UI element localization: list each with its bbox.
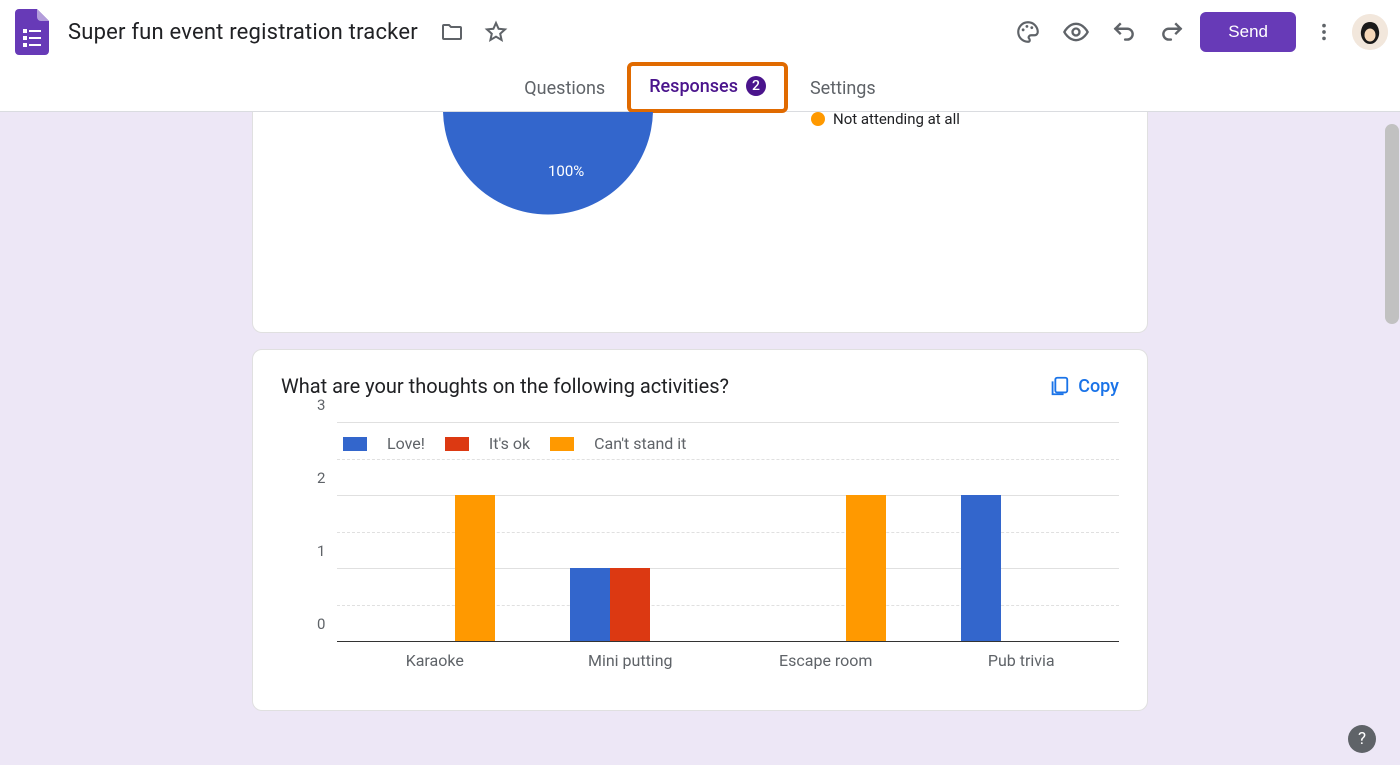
header-left-group: Super fun event registration tracker: [12, 12, 516, 52]
y-tick: 3: [317, 396, 325, 414]
app-header: Super fun event registration tracker: [0, 0, 1400, 64]
scrollbar-thumb[interactable]: [1385, 124, 1399, 324]
send-button[interactable]: Send: [1200, 12, 1296, 52]
x-axis-line: [337, 641, 1119, 642]
undo-icon[interactable]: [1104, 12, 1144, 52]
bar: [455, 495, 495, 641]
tab-responses[interactable]: Responses 2: [631, 66, 784, 106]
x-label: Pub trivia: [924, 651, 1120, 670]
forms-logo-icon[interactable]: [12, 12, 52, 52]
pie-chart-card: 100% Not attending at all: [252, 112, 1148, 333]
copy-icon: [1048, 375, 1070, 397]
tabs-row: Questions Responses 2 Settings: [0, 64, 1400, 112]
bar-group-escape-room: [728, 422, 924, 641]
bar: [961, 495, 1001, 641]
bars-container: [337, 422, 1119, 641]
bar: [846, 495, 886, 641]
star-icon[interactable]: [476, 12, 516, 52]
y-tick: 0: [317, 615, 325, 633]
pie-chart: [443, 112, 653, 297]
x-axis-labels: Karaoke Mini putting Escape room Pub tri…: [337, 651, 1119, 670]
legend-label-not-attending: Not attending at all: [833, 112, 960, 128]
responses-tab-highlight: Responses 2: [627, 62, 788, 113]
bar: [570, 568, 610, 641]
bar-group-karaoke: [337, 422, 533, 641]
x-label: Mini putting: [533, 651, 729, 670]
pie-center-label: 100%: [548, 162, 584, 180]
question-title: What are your thoughts on the following …: [281, 374, 729, 398]
responses-body: 100% Not attending at all What are your …: [0, 112, 1400, 765]
copy-label: Copy: [1078, 376, 1119, 397]
customize-theme-icon[interactable]: [1008, 12, 1048, 52]
preview-icon[interactable]: [1056, 12, 1096, 52]
bar-group-mini-putting: [533, 422, 729, 641]
bar-chart-card: What are your thoughts on the following …: [252, 349, 1148, 711]
legend-item-not-attending: Not attending at all: [811, 112, 960, 128]
copy-chart-button[interactable]: Copy: [1048, 375, 1119, 397]
bar-group-pub-trivia: [924, 422, 1120, 641]
bar: [610, 568, 650, 641]
responses-count-badge: 2: [746, 76, 766, 96]
bar-chart: 3 2 1 0 Love! It's ok Can't stand it: [281, 422, 1119, 682]
header-right-group: Send: [1008, 12, 1388, 52]
y-tick: 2: [317, 469, 325, 487]
document-title[interactable]: Super fun event registration tracker: [68, 20, 418, 45]
more-options-icon[interactable]: [1304, 12, 1344, 52]
y-tick: 1: [317, 542, 325, 560]
x-label: Karaoke: [337, 651, 533, 670]
tab-settings[interactable]: Settings: [792, 64, 894, 112]
legend-swatch-orange: [811, 112, 825, 126]
tab-questions[interactable]: Questions: [506, 64, 623, 112]
redo-icon[interactable]: [1152, 12, 1192, 52]
account-avatar[interactable]: [1352, 14, 1388, 50]
x-label: Escape room: [728, 651, 924, 670]
help-button[interactable]: ?: [1348, 725, 1376, 753]
move-to-folder-icon[interactable]: [432, 12, 472, 52]
tab-responses-label: Responses: [649, 76, 738, 97]
